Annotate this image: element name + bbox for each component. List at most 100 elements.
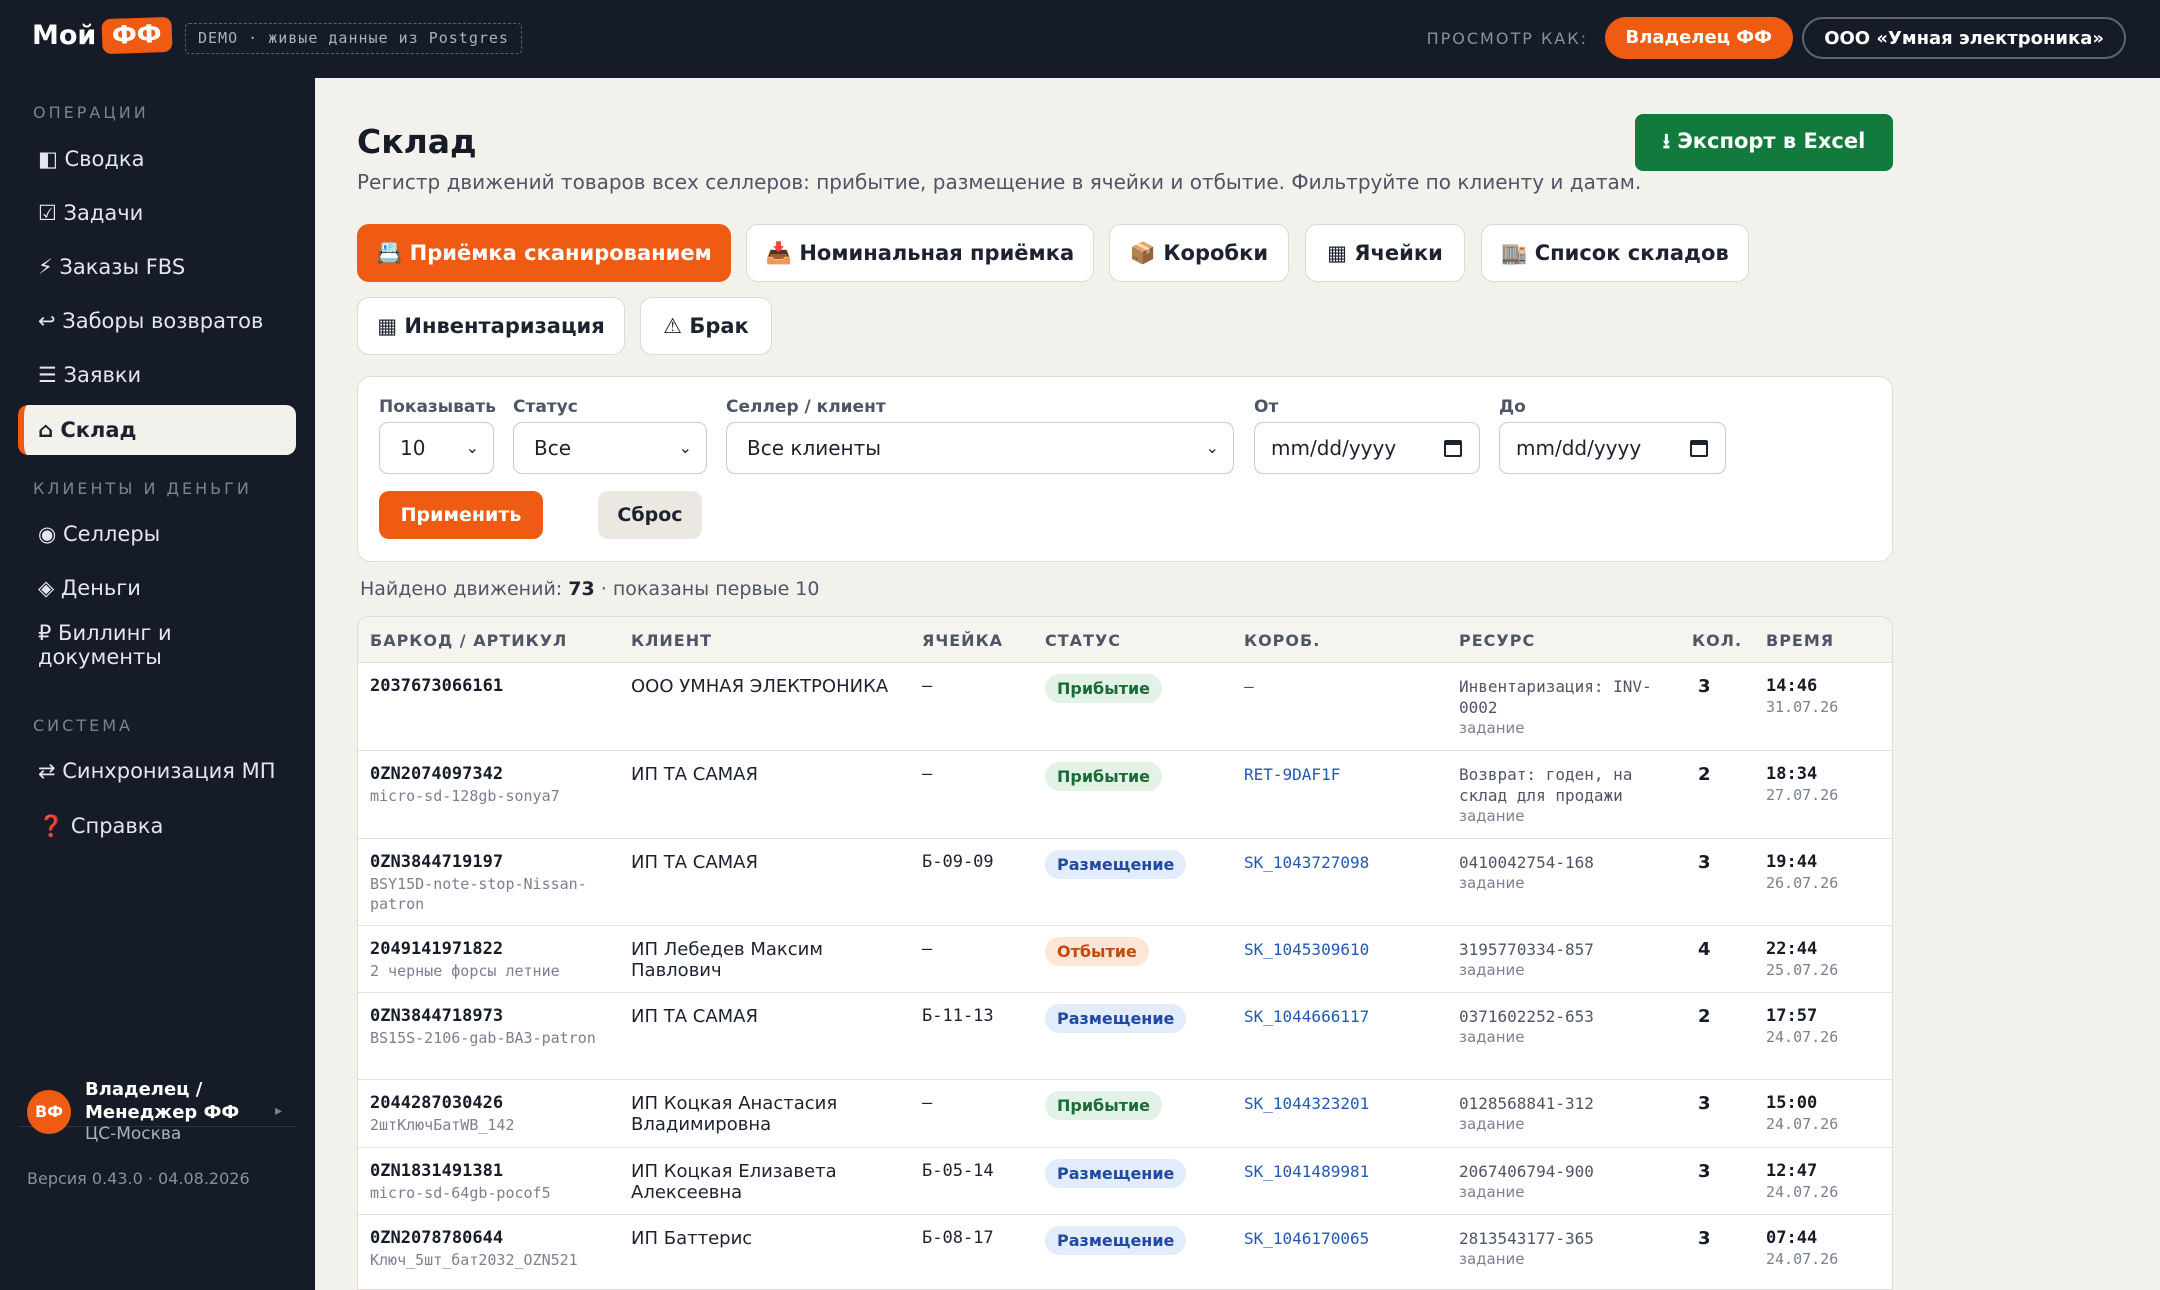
sidebar-item-help[interactable]: ❓ Справка [18,801,296,851]
column-header-time[interactable]: ВРЕМЯ [1766,631,1834,650]
sidebar-item-fbs-orders[interactable]: ⚡ Заказы FBS [18,242,296,292]
chevron-right-icon[interactable]: ▸ [275,1103,282,1119]
reset-button[interactable]: Сброс [598,491,702,539]
show-count-select[interactable]: 10 ⌄ [379,422,494,474]
tab-nominal-receiving[interactable]: 📥 Номинальная приёмка [746,224,1094,282]
role-client-button[interactable]: ООО «Умная электроника» [1802,17,2126,59]
seller-select[interactable]: Все клиенты ⌄ [726,422,1234,474]
user-location: ЦС-Москва [85,1124,182,1144]
column-header-client[interactable]: КЛИЕНТ [631,631,712,650]
table-row[interactable]: 2044287030426 2штКлючБатWB_142 ИП Коцкая А… [358,1080,1892,1148]
storage-cell: — [922,764,933,784]
app-logo[interactable]: Мой ФФ [32,16,173,55]
box-link[interactable]: — [1244,676,1254,697]
tab-scan-receiving[interactable]: 📇 Приёмка сканированием [357,224,731,282]
column-header-barcode[interactable]: БАРКОД / АРТИКУЛ [370,631,567,650]
sidebar-item-money[interactable]: ◈ Деньги [18,563,296,613]
box-link[interactable]: SK_1043727098 [1244,852,1369,873]
table-row[interactable]: 2049141971822 2 черные форсы летние ИП Леб… [358,926,1892,993]
date: 24.07.26 [1766,1250,1839,1268]
barcode[interactable]: 2044287030426 [370,1093,620,1114]
tab-cells[interactable]: ▦ Ячейки [1305,224,1465,282]
table-row[interactable]: 0ZN1831491381 micro-sd-64gb-pocof5 ИП Коцк… [358,1148,1892,1215]
show-label: Показывать [379,397,496,417]
barcode-cell: 0ZN2074097342 micro-sd-128gb-sonya7 [370,764,620,806]
user-name[interactable]: Владелец / Менеджер ФФ [85,1078,275,1124]
barcode[interactable]: 0ZN2074097342 [370,764,620,785]
date-to-input[interactable]: mm/dd/yyyy [1499,422,1726,474]
box-link[interactable]: SK_1041489981 [1244,1161,1369,1182]
tab-warehouses[interactable]: 🏬 Список складов [1481,224,1749,282]
chevron-down-icon: ⌄ [678,438,692,457]
calendar-icon[interactable] [1444,440,1462,457]
sidebar-item-warehouse[interactable]: ⌂ Склад [18,405,296,455]
resource-cell: 0410042754-168 задание [1459,852,1679,893]
status-cell: Прибытие [1045,674,1163,703]
box-link[interactable]: SK_1045309610 [1244,939,1369,960]
table-row[interactable]: 0ZN2078780644 Ключ_5шт_бат2032_OZN521 ИП Б… [358,1215,1892,1289]
time: 22:44 [1766,939,1818,959]
tab-inventory[interactable]: ▦ Инвентаризация [357,297,625,355]
resource-cell: Инвентаризация: INV-0002 задание [1459,676,1679,738]
column-header-resource[interactable]: РЕСУРС [1459,631,1535,650]
tab-boxes[interactable]: 📦 Коробки [1109,224,1289,282]
client-name: ООО УМНАЯ ЭЛЕКТРОНИКА [631,676,889,697]
client-name: ИП ТА САМАЯ [631,852,758,873]
sidebar-item-summary[interactable]: ◧ Сводка [18,134,296,184]
table-row[interactable]: 0ZN3844719197 BSY15D-note-stop-Nissan-pat… [358,839,1892,926]
column-header-cell[interactable]: ЯЧЕЙКА [922,631,1003,650]
resource-type: задание [1459,1250,1525,1268]
quantity: 3 [1698,1161,1711,1182]
client-name: ИП ТА САМАЯ [631,764,758,785]
column-header-box[interactable]: КОРОБ. [1244,631,1320,650]
table-row[interactable]: 0ZN2074097342 micro-sd-128gb-sonya7 ИП ТА … [358,751,1892,839]
resource-type: задание [1459,807,1525,825]
sidebar-item-returns[interactable]: ↩ Заборы возвратов [18,296,296,346]
time-cell: 12:47 24.07.26 [1766,1161,1838,1202]
sidebar-item-tasks[interactable]: ☑ Задачи [18,188,296,238]
status-badge: Прибытие [1045,1091,1163,1120]
barcode-cell: 2049141971822 2 черные форсы летние [370,939,620,981]
status-cell: Прибытие [1045,762,1163,791]
tab-defects[interactable]: ⚠ Брак [640,297,772,355]
section-clients-money: КЛИЕНТЫ И ДЕНЬГИ [33,479,252,498]
date-from-input[interactable]: mm/dd/yyyy [1254,422,1480,474]
calendar-icon[interactable] [1690,440,1708,457]
column-header-qty[interactable]: КОЛ. [1692,631,1742,650]
sidebar-item-sellers[interactable]: ◉ Селлеры [18,509,296,559]
sidebar-item-requests[interactable]: ☰ Заявки [18,350,296,400]
box-link[interactable]: SK_1044666117 [1244,1006,1369,1027]
table-row[interactable]: 0ZN3844718973 BS15S-2106-gab-BA3-patron ИП… [358,993,1892,1080]
box-link[interactable]: RET-9DAF1F [1244,764,1340,785]
status-select[interactable]: Все ⌄ [513,422,707,474]
avatar[interactable]: ВФ [27,1090,71,1134]
resource-cell: 2067406794-900 задание [1459,1161,1679,1202]
box-link[interactable]: SK_1044323201 [1244,1093,1369,1114]
column-header-status[interactable]: СТАТУС [1045,631,1121,650]
barcode[interactable]: 2037673066161 [370,676,620,697]
role-owner-button[interactable]: Владелец ФФ [1604,17,1793,59]
barcode-cell: 2044287030426 2штКлючБатWB_142 [370,1093,620,1135]
export-excel-button[interactable]: ⭳ Экспорт в Excel [1635,114,1893,171]
barcode-cell: 0ZN2078780644 Ключ_5шт_бат2032_OZN521 [370,1228,620,1270]
barcode[interactable]: 0ZN3844718973 [370,1006,620,1027]
time: 15:00 [1766,1093,1818,1113]
resource-cell: Возврат: годен, на склад для продажи зада… [1459,764,1679,826]
barcode[interactable]: 0ZN1831491381 [370,1161,620,1182]
status-badge: Прибытие [1045,674,1163,703]
barcode[interactable]: 2049141971822 [370,939,620,960]
page-subtitle: Регистр движений товаров всех селлеров: … [357,170,1642,194]
time: 14:46 [1766,676,1818,696]
logo-text: Мой [32,20,97,51]
table-row[interactable]: 2037673066161 ООО УМНАЯ ЭЛЕКТРОНИКА — Прибы… [358,663,1892,751]
sidebar-item-sync[interactable]: ⇄ Синхронизация МП [18,746,296,796]
article: Ключ_5шт_бат2032_OZN521 [370,1251,578,1269]
sidebar-item-billing[interactable]: ₽ Биллинг и документы [18,618,296,674]
date-to-placeholder: mm/dd/yyyy [1516,436,1642,460]
date-from-label: От [1254,397,1279,417]
barcode[interactable]: 0ZN3844719197 [370,852,620,873]
box-link[interactable]: SK_1046170065 [1244,1228,1369,1249]
barcode[interactable]: 0ZN2078780644 [370,1228,620,1249]
status-value: Все [534,436,572,460]
apply-button[interactable]: Применить [379,491,543,539]
